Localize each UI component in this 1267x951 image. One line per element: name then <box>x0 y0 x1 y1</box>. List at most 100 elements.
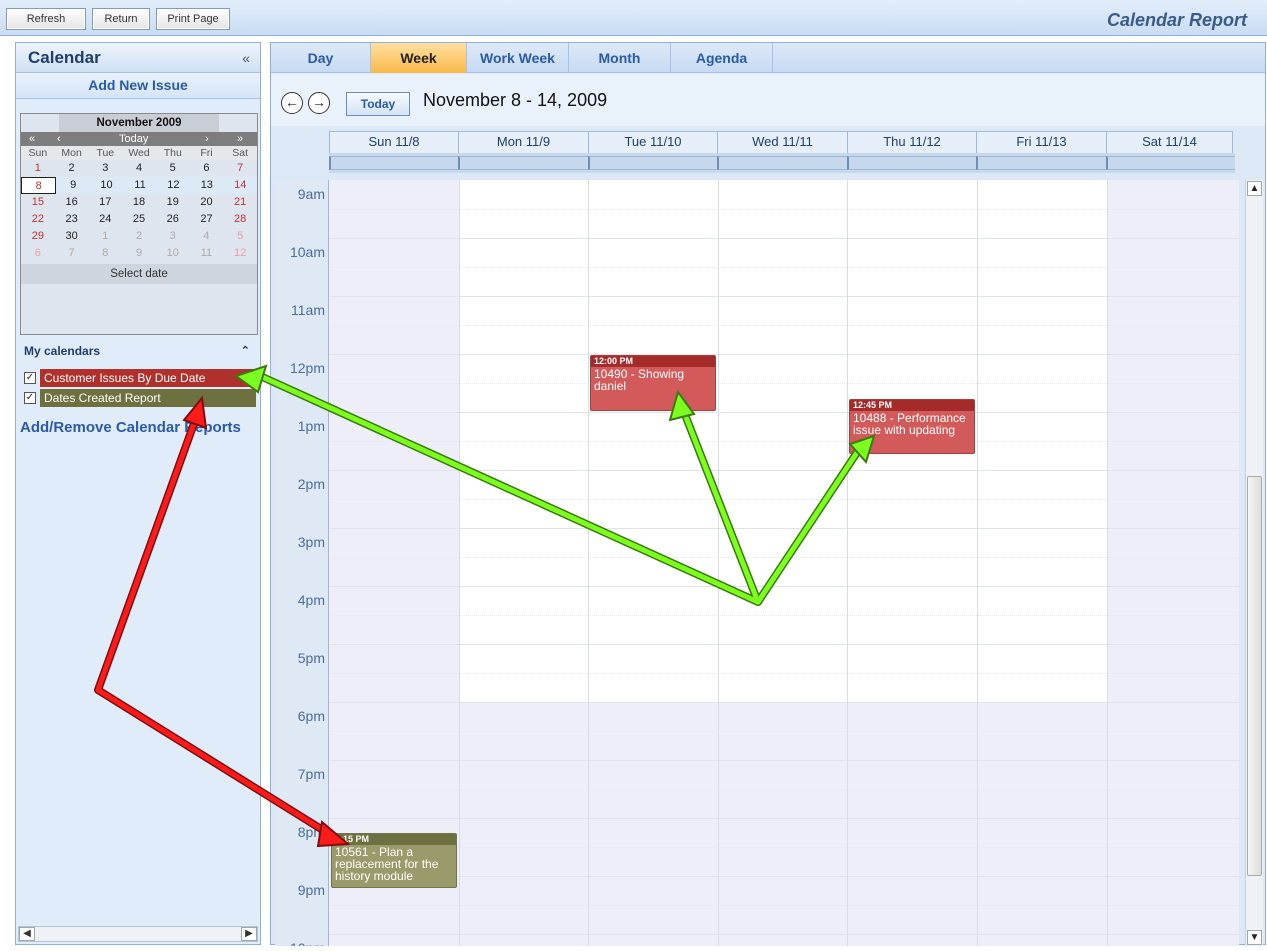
day-cell[interactable]: 7 <box>223 160 257 177</box>
calendar-item-dates-created[interactable]: ✓ Dates Created Report <box>24 389 256 407</box>
weekday-label: Sat <box>232 147 249 159</box>
tab-agenda[interactable]: Agenda <box>671 43 773 73</box>
tab-week[interactable]: Week <box>371 43 467 73</box>
day-cell-other-month[interactable]: 4 <box>190 228 224 245</box>
calendar-label[interactable]: Customer Issues By Due Date <box>40 369 256 387</box>
day-header[interactable]: Mon 11/9 <box>458 131 588 153</box>
day-cell[interactable]: 13 <box>190 177 223 194</box>
day-cell-other-month[interactable]: 2 <box>122 228 156 245</box>
day-cell[interactable]: 22 <box>21 211 55 228</box>
calendar-event[interactable]: 12:00 PM 10490 - Showing daniel <box>590 355 716 411</box>
time-grid[interactable]: 9am 10am 11am 12pm 1pm 2pm 3pm 4pm 5pm 6… <box>275 180 1239 946</box>
scroll-right-icon[interactable]: ▶ <box>241 927 257 941</box>
day-cell-other-month[interactable]: 3 <box>156 228 190 245</box>
all-day-cell[interactable] <box>847 156 976 170</box>
day-cell[interactable]: 9 <box>56 177 89 194</box>
day-cell-other-month[interactable]: 8 <box>88 245 122 262</box>
scroll-down-icon[interactable]: ▼ <box>1247 930 1262 945</box>
day-header[interactable]: Fri 11/13 <box>976 131 1106 153</box>
day-cell[interactable]: 24 <box>88 211 122 228</box>
scroll-thumb[interactable] <box>1247 476 1262 876</box>
day-cell-other-month[interactable]: 5 <box>223 228 257 245</box>
day-header[interactable]: Thu 11/12 <box>847 131 976 153</box>
calendar-event[interactable]: 12:45 PM 10488 - Performance issue with … <box>849 399 975 454</box>
day-cell-other-month[interactable]: 9 <box>122 245 156 262</box>
all-day-cell[interactable] <box>976 156 1106 170</box>
collapse-my-calendars-icon[interactable]: ⌃ <box>241 341 250 361</box>
all-day-row[interactable] <box>329 153 1235 173</box>
today-button[interactable]: Today <box>346 92 410 116</box>
day-cell-other-month[interactable]: 11 <box>190 245 224 262</box>
scroll-up-icon[interactable]: ▲ <box>1247 181 1262 196</box>
day-cell[interactable]: 1 <box>21 160 55 177</box>
day-cell-today[interactable]: 8 <box>21 177 57 194</box>
return-button[interactable]: Return <box>92 8 150 30</box>
day-cell[interactable]: 3 <box>88 160 122 177</box>
day-cell[interactable]: 11 <box>123 177 156 194</box>
print-page-button[interactable]: Print Page <box>156 8 230 30</box>
day-cell-other-month[interactable]: 1 <box>88 228 122 245</box>
day-cell[interactable]: 10 <box>90 177 123 194</box>
day-cell[interactable]: 21 <box>223 194 257 211</box>
day-cell[interactable]: 27 <box>190 211 224 228</box>
day-cell[interactable]: 6 <box>190 160 224 177</box>
day-cell[interactable]: 30 <box>55 228 89 245</box>
my-calendars-label: My calendars <box>24 344 101 358</box>
next-week-icon[interactable]: → <box>308 92 330 114</box>
day-cell-other-month[interactable]: 12 <box>223 245 257 262</box>
day-cell[interactable]: 14 <box>224 177 257 194</box>
day-header[interactable]: Tue 11/10 <box>588 131 717 153</box>
all-day-cell[interactable] <box>458 156 588 170</box>
refresh-button[interactable]: Refresh <box>6 8 86 30</box>
tab-day[interactable]: Day <box>271 43 371 73</box>
day-cell[interactable]: 5 <box>156 160 190 177</box>
day-header[interactable]: Wed 11/11 <box>717 131 847 153</box>
scroll-left-icon[interactable]: ◀ <box>19 927 35 941</box>
mini-calendar-today-link[interactable]: Today <box>119 132 148 146</box>
day-cell[interactable]: 12 <box>157 177 190 194</box>
day-cell[interactable]: 18 <box>122 194 156 211</box>
sidebar-horizontal-scrollbar[interactable]: ◀ ▶ <box>18 926 258 942</box>
day-cell[interactable]: 19 <box>156 194 190 211</box>
calendar-checkbox[interactable]: ✓ <box>24 372 36 384</box>
all-day-cell[interactable] <box>717 156 847 170</box>
day-cell[interactable]: 28 <box>223 211 257 228</box>
tab-month[interactable]: Month <box>569 43 671 73</box>
calendar-label[interactable]: Dates Created Report <box>40 389 256 407</box>
all-day-cell[interactable] <box>1106 156 1235 170</box>
day-header[interactable]: Sun 11/8 <box>329 131 458 153</box>
day-cell[interactable]: 25 <box>122 211 156 228</box>
date-range-title: November 8 - 14, 2009 <box>423 90 608 110</box>
day-cell[interactable]: 15 <box>21 194 55 211</box>
collapse-sidebar-icon[interactable]: « <box>242 50 250 66</box>
day-cell[interactable]: 2 <box>55 160 89 177</box>
add-new-issue-button[interactable]: Add New Issue <box>16 73 260 99</box>
calendar-vertical-scrollbar[interactable]: ▲ ▼ <box>1245 180 1263 946</box>
day-cell[interactable]: 16 <box>55 194 89 211</box>
all-day-cell[interactable] <box>588 156 717 170</box>
day-cell-other-month[interactable]: 10 <box>156 245 190 262</box>
prev-year-icon[interactable]: « <box>29 132 35 146</box>
select-date-button[interactable]: Select date <box>21 264 257 284</box>
next-year-icon[interactable]: » <box>237 132 243 146</box>
sidebar-header: Calendar « <box>16 43 260 73</box>
day-cell[interactable]: 4 <box>122 160 156 177</box>
day-cell[interactable]: 20 <box>190 194 224 211</box>
calendar-checkbox[interactable]: ✓ <box>24 392 36 404</box>
day-cell[interactable]: 29 <box>21 228 55 245</box>
calendar-item-customer-issues[interactable]: ✓ Customer Issues By Due Date <box>24 369 256 387</box>
day-cell[interactable]: 23 <box>55 211 89 228</box>
prev-month-icon[interactable]: ‹ <box>57 132 61 146</box>
day-cell-other-month[interactable]: 6 <box>21 245 55 262</box>
calendar-event[interactable]: 8:15 PM 10561 - Plan a replacement for t… <box>331 833 457 888</box>
all-day-cell[interactable] <box>329 156 458 170</box>
previous-week-icon[interactable]: ← <box>281 92 303 114</box>
day-cell[interactable]: 26 <box>156 211 190 228</box>
next-month-icon[interactable]: › <box>205 132 209 146</box>
day-cell-other-month[interactable]: 7 <box>55 245 89 262</box>
day-cell[interactable]: 17 <box>88 194 122 211</box>
day-header-row: Sun 11/8 Mon 11/9 Tue 11/10 Wed 11/11 Th… <box>329 131 1233 153</box>
day-header[interactable]: Sat 11/14 <box>1106 131 1233 153</box>
add-remove-calendar-reports-link[interactable]: Add/Remove Calendar Reports <box>20 419 241 436</box>
tab-work-week[interactable]: Work Week <box>467 43 569 73</box>
